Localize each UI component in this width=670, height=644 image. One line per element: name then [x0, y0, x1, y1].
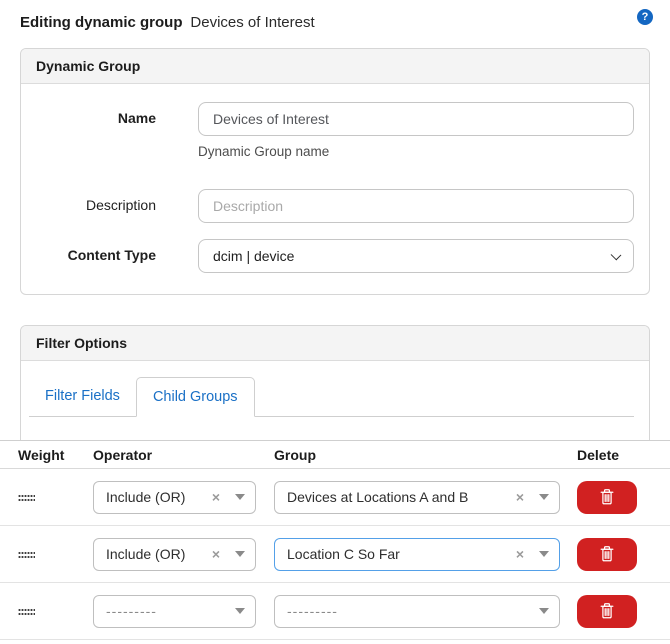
page-header: Editing dynamic group Devices of Interes…: [0, 0, 670, 48]
description-form-row: Description: [36, 189, 634, 223]
page-title-object-name: Devices of Interest: [190, 14, 315, 31]
column-header-delete: Delete: [577, 446, 620, 463]
name-label: Name: [117, 110, 156, 126]
group-select[interactable]: ---------: [274, 594, 560, 628]
tab-filter-fields[interactable]: Filter Fields: [29, 377, 136, 416]
operator-select[interactable]: Include (OR) ×: [93, 480, 256, 514]
trash-icon: [600, 489, 614, 505]
group-selected-value: Location C So Far: [287, 546, 400, 562]
operator-select[interactable]: ---------: [93, 594, 256, 628]
operator-select[interactable]: Include (OR) ×: [93, 537, 256, 571]
drag-handle-icon[interactable]: [18, 550, 35, 558]
group-select[interactable]: Devices at Locations A and B ×: [274, 480, 560, 514]
group-selected-value: ---------: [287, 603, 338, 619]
column-header-operator: Operator: [93, 446, 153, 463]
page-title: Editing dynamic group: [20, 14, 183, 31]
operator-selected-value: Include (OR): [106, 546, 186, 562]
drag-handle-icon[interactable]: [18, 493, 35, 501]
delete-row-button[interactable]: [577, 480, 637, 514]
clear-selection-icon[interactable]: ×: [514, 490, 526, 504]
dynamic-group-panel-title: Dynamic Group: [21, 49, 649, 84]
trash-icon: [600, 603, 614, 619]
chevron-down-icon: [539, 608, 549, 614]
table-row: --------- ---------: [0, 583, 670, 640]
trash-icon: [600, 546, 614, 562]
chevron-down-icon: [235, 608, 245, 614]
help-icon[interactable]: ?: [637, 9, 653, 25]
dynamic-group-panel-body: Name Dynamic Group name Description Cont…: [21, 84, 649, 294]
operator-selected-value: ---------: [106, 603, 157, 619]
name-form-row: Name Dynamic Group name: [36, 102, 634, 159]
operator-selected-value: Include (OR): [106, 489, 186, 505]
tab-child-groups[interactable]: Child Groups: [135, 377, 255, 417]
chevron-down-icon: [235, 494, 245, 500]
table-header-row: Weight Operator Group Delete: [0, 441, 670, 469]
description-input[interactable]: [198, 189, 634, 223]
column-header-group: Group: [274, 446, 316, 463]
delete-row-button[interactable]: [577, 594, 637, 628]
clear-selection-icon[interactable]: ×: [514, 547, 526, 561]
delete-row-button[interactable]: [577, 537, 637, 571]
dynamic-group-panel: Dynamic Group Name Dynamic Group name De…: [20, 48, 650, 295]
filter-options-panel: Filter Options Filter Fields Child Group…: [20, 325, 650, 440]
content-type-select[interactable]: dcim | device: [198, 239, 634, 273]
content-type-selected-value: dcim | device: [213, 248, 295, 264]
clear-selection-icon[interactable]: ×: [210, 490, 222, 504]
group-selected-value: Devices at Locations A and B: [287, 489, 469, 505]
chevron-down-icon: [539, 551, 549, 557]
chevron-down-icon: [235, 551, 245, 557]
table-row: Include (OR) × Location C So Far ×: [0, 526, 670, 583]
name-input[interactable]: [198, 102, 634, 136]
drag-handle-icon[interactable]: [18, 607, 35, 615]
filter-options-panel-title: Filter Options: [21, 326, 649, 361]
tab-content-area: [21, 417, 649, 440]
filter-tabs-bar: Filter Fields Child Groups: [21, 361, 649, 417]
content-type-label: Content Type: [67, 247, 156, 263]
clear-selection-icon[interactable]: ×: [210, 547, 222, 561]
name-help-text: Dynamic Group name: [198, 144, 330, 159]
content-type-form-row: Content Type dcim | device: [36, 239, 634, 273]
description-label: Description: [85, 197, 156, 213]
group-select[interactable]: Location C So Far ×: [274, 537, 560, 571]
chevron-down-icon: [610, 249, 622, 261]
child-groups-table: Weight Operator Group Delete Include (OR…: [0, 440, 670, 640]
column-header-weight: Weight: [18, 446, 65, 463]
table-row: Include (OR) × Devices at Locations A an…: [0, 469, 670, 526]
chevron-down-icon: [539, 494, 549, 500]
